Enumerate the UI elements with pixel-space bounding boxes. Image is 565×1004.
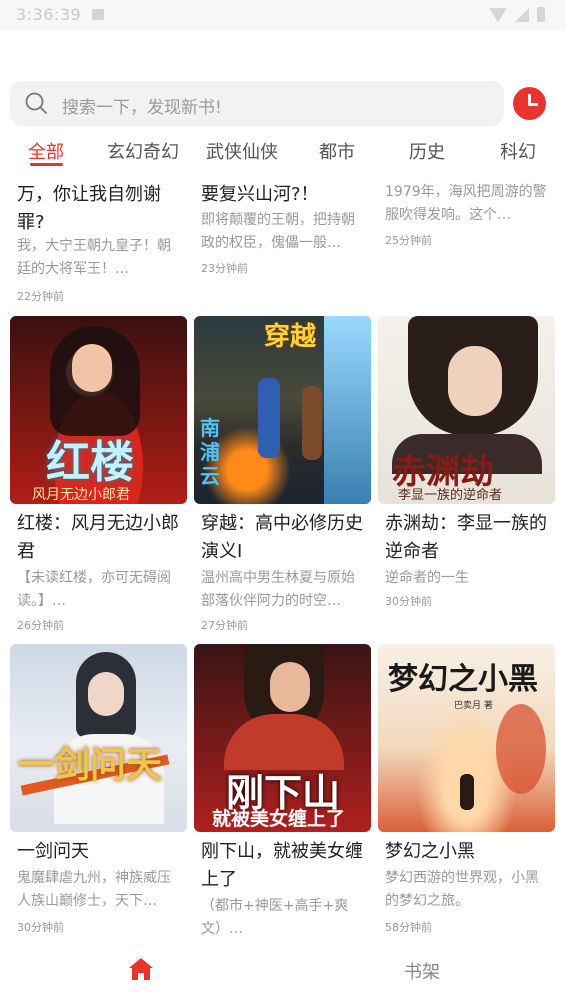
bottom-nav: 书架 (0, 942, 565, 1004)
book-title: 刚下山，就被美女缠上了 (201, 841, 363, 890)
book-title: 一剑问天 (17, 841, 89, 862)
book-time: 30分钟前 (385, 595, 432, 608)
category-tabs: 全部 玄幻奇幻 武侠仙侠 都市 历史 科幻 (0, 134, 565, 168)
wifi-icon (489, 7, 507, 22)
status-icons (489, 7, 545, 22)
tab-fantasy[interactable]: 玄幻奇幻 (107, 138, 179, 164)
book-cover: 刚下山 就被美女缠上了 (194, 644, 371, 832)
book-desc: 【未读红楼，亦可无碍阅读。】… (17, 570, 171, 609)
nav-bookshelf[interactable]: 书架 (404, 958, 440, 984)
book-time: 26分钟前 (17, 619, 64, 632)
book-title: 要复兴山河?！ (201, 184, 319, 205)
book-desc: 温州高中男生林夏与原始部落伙伴阿力的时空… (201, 570, 355, 609)
history-button[interactable] (513, 87, 546, 120)
book-cover: 一剑问天 (10, 644, 187, 832)
tab-scifi[interactable]: 科幻 (500, 138, 536, 164)
book-title: 红楼：风月无边小郎君 (17, 513, 179, 562)
book-cover: 红楼 风月无边小郎君 (10, 316, 187, 504)
cover-subtitle: 李显一族的逆命者 (398, 488, 503, 503)
book-cover: 穿越 南浦云 (194, 316, 371, 504)
signal-icon (515, 7, 529, 22)
cover-title: 穿越 (264, 322, 317, 352)
cover-subtitle: 南浦云 (200, 416, 220, 488)
battery-icon (537, 7, 545, 22)
book-time: 30分钟前 (17, 921, 64, 934)
book-title: 赤渊劫：李显一族的逆命者 (385, 513, 547, 562)
notification-icon (92, 9, 104, 20)
book-cover: 梦幻之小黑 巴卖月 著 (378, 644, 555, 832)
book-cover: 赤渊劫 李显一族的逆命者 (378, 316, 555, 504)
book-desc: 鬼魔肆虐九州，神族威压人族山巅修士，天下… (17, 870, 171, 909)
search-icon (25, 92, 47, 114)
book-title: 万，你让我自刎谢罪? (17, 184, 161, 233)
cover-subtitle: 风月无边小郎君 (32, 487, 130, 503)
book-title: 穿越：高中必修历史演义I (201, 513, 363, 562)
status-bar: 3:36:39 (0, 0, 565, 30)
tab-wuxia[interactable]: 武侠仙侠 (206, 138, 278, 164)
tab-indicator (30, 163, 63, 166)
book-time: 58分钟前 (385, 921, 432, 934)
book-desc: 梦幻西游的世界观，小黑的梦幻之旅。 (385, 870, 539, 909)
book-desc: 即将颠覆的王朝，把持朝政的权臣，傀儡一般… (201, 212, 355, 251)
book-time: 25分钟前 (385, 234, 432, 247)
status-time: 3:36:39 (16, 5, 82, 24)
search-input[interactable]: 搜索一下，发现新书! (10, 81, 504, 126)
book-grid: 万，你让我自刎谢罪? 我，大宁王朝九皇子！朝廷的大将军王！… 22分钟前 要复兴… (0, 150, 565, 942)
cover-title: 梦幻之小黑 (388, 662, 538, 697)
book-desc: 逆命者的一生 (385, 570, 469, 586)
book-desc: （都市+神医+高手+爽文）… (201, 898, 349, 937)
search-placeholder: 搜索一下，发现新书! (62, 98, 222, 118)
tab-all[interactable]: 全部 (28, 138, 64, 164)
book-time: 27分钟前 (201, 619, 248, 632)
cover-subtitle: 就被美女缠上了 (212, 808, 346, 830)
cover-title: 红楼 (46, 437, 134, 488)
cover-title: 一剑问天 (18, 744, 163, 786)
home-icon[interactable] (128, 956, 154, 982)
tab-urban[interactable]: 都市 (319, 138, 355, 164)
book-time: 23分钟前 (201, 262, 248, 275)
book-desc: 我，大宁王朝九皇子！朝廷的大将军王！… (17, 238, 171, 277)
book-desc: 1979年，海风把周游的警服吹得发响。这个… (385, 184, 547, 223)
cover-subtitle: 巴卖月 著 (454, 701, 493, 711)
tab-history[interactable]: 历史 (409, 138, 445, 164)
book-time: 22分钟前 (17, 290, 64, 303)
book-title: 梦幻之小黑 (385, 841, 475, 862)
